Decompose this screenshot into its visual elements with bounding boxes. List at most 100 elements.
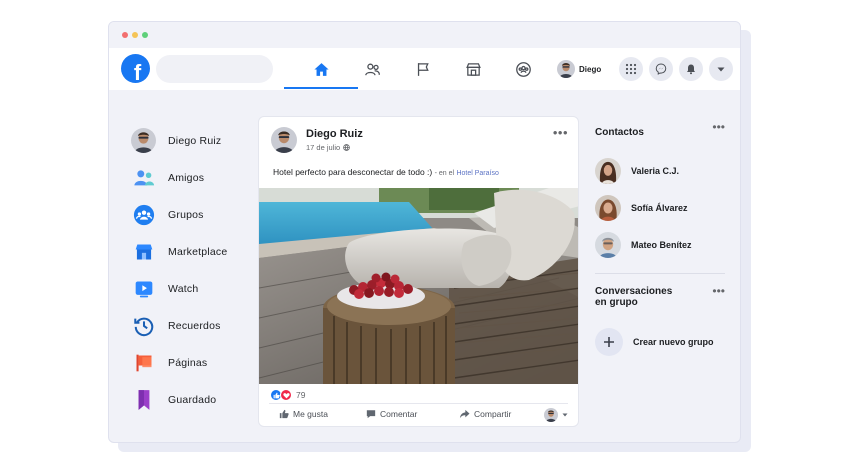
browser-window: f Diego Diego Ruiz Amigos Grupos Marketp… bbox=[108, 21, 741, 443]
feed-post: Diego Ruiz 17 de julio ••• Hotel perfect… bbox=[258, 116, 579, 427]
left-sidebar: Diego Ruiz Amigos Grupos Marketplace Wat… bbox=[131, 122, 261, 418]
sidebar-item-watch[interactable]: Watch bbox=[131, 270, 261, 307]
sidebar-item-marketplace[interactable]: Marketplace bbox=[131, 233, 261, 270]
post-body: Hotel perfecto para desconectar de todo … bbox=[273, 167, 433, 177]
group-conversations-options-button[interactable]: ••• bbox=[712, 284, 725, 298]
sidebar-item-label: Guardado bbox=[168, 393, 217, 406]
avatar[interactable] bbox=[271, 127, 297, 153]
sidebar-item-profile[interactable]: Diego Ruiz bbox=[131, 122, 261, 159]
tab-pages[interactable] bbox=[398, 48, 448, 90]
sidebar-item-memories[interactable]: Recuerdos bbox=[131, 307, 261, 344]
chevron-down-icon bbox=[562, 413, 568, 417]
share-arrow-icon bbox=[459, 409, 470, 419]
contact-item[interactable]: Sofía Álvarez bbox=[595, 189, 725, 226]
share-button[interactable]: Compartir bbox=[459, 409, 511, 419]
contact-name: Valeria C.J. bbox=[631, 165, 680, 176]
post-text: Hotel perfecto para desconectar de todo … bbox=[273, 167, 499, 177]
groups-icon bbox=[133, 204, 154, 225]
post-action-bar: Me gusta Comentar Compartir bbox=[269, 403, 568, 426]
contact-name: Mateo Benítez bbox=[631, 239, 692, 250]
sidebar-item-label: Grupos bbox=[168, 208, 204, 221]
reaction-count: 79 bbox=[296, 390, 306, 400]
saved-bookmark-icon bbox=[138, 389, 149, 410]
divider bbox=[595, 273, 725, 274]
sidebar-item-label: Amigos bbox=[168, 171, 205, 184]
contact-item[interactable]: Mateo Benítez bbox=[595, 226, 725, 263]
tab-friends[interactable] bbox=[347, 48, 397, 90]
post-date[interactable]: 17 de julio bbox=[306, 143, 340, 152]
sidebar-item-groups[interactable]: Grupos bbox=[131, 196, 261, 233]
contacts-title: Contactos bbox=[595, 127, 644, 138]
menu-button[interactable] bbox=[619, 57, 643, 81]
comment-icon bbox=[366, 410, 376, 419]
create-group-button[interactable]: Crear nuevo grupo bbox=[595, 328, 725, 356]
notifications-button[interactable] bbox=[679, 57, 703, 81]
pages-flag-icon bbox=[136, 354, 151, 371]
reaction-summary[interactable]: 79 bbox=[270, 389, 305, 401]
contacts-options-button[interactable]: ••• bbox=[712, 120, 725, 134]
tab-marketplace[interactable] bbox=[448, 48, 498, 90]
home-icon bbox=[313, 62, 329, 76]
window-titlebar bbox=[109, 22, 740, 48]
avatar bbox=[595, 194, 621, 221]
post-options-button[interactable]: ••• bbox=[553, 125, 568, 140]
sidebar-item-label: Recuerdos bbox=[168, 319, 221, 332]
love-reaction-icon bbox=[280, 389, 292, 401]
location-link[interactable]: Hotel Paraíso bbox=[456, 170, 498, 177]
tab-groups[interactable] bbox=[498, 48, 548, 90]
profile-shortcut[interactable]: Diego bbox=[557, 60, 601, 78]
post-as-selector[interactable] bbox=[544, 408, 568, 422]
minimize-window-dot[interactable] bbox=[132, 32, 138, 38]
contact-item[interactable]: Valeria C.J. bbox=[595, 152, 725, 189]
avatar bbox=[544, 408, 558, 422]
watch-icon bbox=[135, 281, 152, 297]
maximize-window-dot[interactable] bbox=[142, 32, 148, 38]
account-menu-button[interactable] bbox=[709, 57, 733, 81]
post-header: Diego Ruiz 17 de julio bbox=[271, 127, 363, 153]
facebook-logo[interactable]: f bbox=[121, 54, 150, 83]
friends-icon bbox=[133, 169, 154, 185]
share-button-label: Compartir bbox=[474, 409, 512, 419]
contact-name: Sofía Álvarez bbox=[631, 202, 688, 213]
profile-shortcut-name: Diego bbox=[579, 64, 602, 74]
sidebar-item-pages[interactable]: Páginas bbox=[131, 344, 261, 381]
like-button[interactable]: Me gusta bbox=[279, 409, 328, 419]
bell-icon bbox=[687, 64, 695, 75]
sidebar-item-label: Páginas bbox=[168, 356, 208, 369]
marketplace-icon bbox=[135, 244, 152, 259]
friends-icon bbox=[364, 63, 380, 75]
top-navigation-bar: f Diego bbox=[109, 48, 740, 90]
avatar bbox=[595, 231, 621, 258]
avatar bbox=[131, 128, 156, 153]
memories-clock-icon bbox=[133, 317, 153, 336]
messenger-button[interactable] bbox=[649, 57, 673, 81]
location-separator: - en el bbox=[434, 170, 455, 177]
avatar bbox=[595, 157, 621, 184]
avatar bbox=[557, 60, 575, 78]
sidebar-item-label: Marketplace bbox=[168, 245, 228, 258]
groups-icon bbox=[515, 61, 531, 77]
globe-icon bbox=[343, 144, 351, 151]
post-author[interactable]: Diego Ruiz bbox=[306, 128, 363, 140]
contacts-header: Contactos ••• bbox=[595, 120, 725, 144]
chevron-down-icon bbox=[717, 67, 725, 72]
post-photo[interactable] bbox=[259, 188, 579, 384]
search-input[interactable] bbox=[156, 55, 273, 83]
flag-icon bbox=[417, 62, 429, 76]
group-conversations-header: Conversaciones en grupo ••• bbox=[595, 284, 725, 308]
plus-icon bbox=[595, 328, 623, 356]
create-group-label: Crear nuevo grupo bbox=[633, 337, 714, 347]
tab-home[interactable] bbox=[284, 48, 358, 90]
right-sidebar: Contactos ••• Valeria C.J. Sofía Álvarez… bbox=[595, 120, 725, 356]
comment-button-label: Comentar bbox=[380, 409, 418, 419]
like-button-label: Me gusta bbox=[293, 409, 328, 419]
sidebar-item-label: Diego Ruiz bbox=[168, 134, 222, 147]
sidebar-item-saved[interactable]: Guardado bbox=[131, 381, 261, 418]
sidebar-item-friends[interactable]: Amigos bbox=[131, 159, 261, 196]
group-conversations-title: Conversaciones en grupo bbox=[595, 286, 673, 308]
sidebar-item-label: Watch bbox=[168, 282, 199, 295]
close-window-dot[interactable] bbox=[122, 32, 128, 38]
messenger-icon bbox=[655, 63, 667, 75]
comment-button[interactable]: Comentar bbox=[366, 409, 417, 419]
grid-menu-icon bbox=[625, 63, 637, 75]
